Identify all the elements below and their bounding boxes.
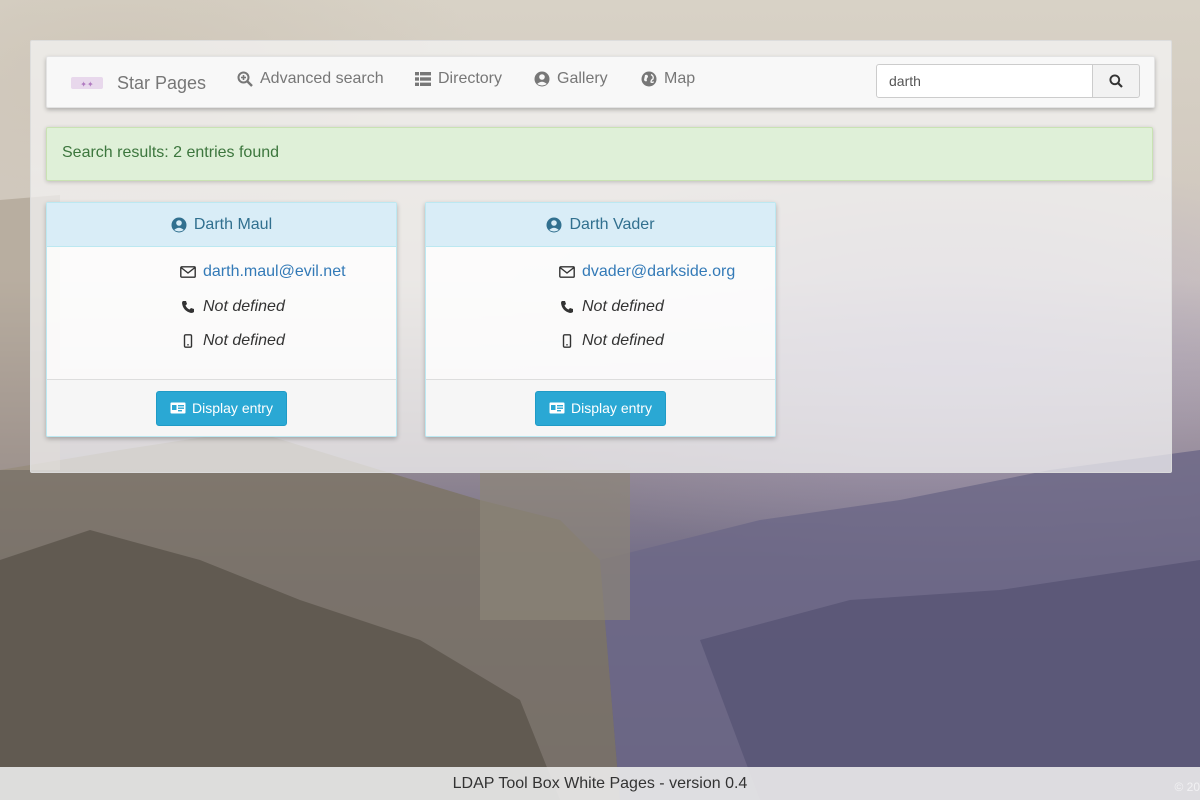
- nav-directory[interactable]: Directory: [415, 70, 502, 88]
- mobile-icon: [183, 334, 193, 348]
- nav-map[interactable]: Map: [641, 70, 695, 88]
- phone-icon: [561, 301, 573, 313]
- entry-card-body: darth.maul@evil.net Not defined Not defi…: [47, 247, 396, 380]
- entry-mobile-row: Not defined: [179, 332, 285, 350]
- entry-card: Darth Vader dvader@darkside.org Not defi…: [425, 202, 776, 437]
- entry-card-header: Darth Vader: [426, 203, 775, 247]
- entry-email-row: darth.maul@evil.net: [179, 263, 346, 281]
- search-plus-icon: [237, 71, 253, 87]
- brand[interactable]: ✦✦ Star Pages: [69, 71, 206, 95]
- display-entry-label: Display entry: [192, 400, 273, 416]
- display-entry-button[interactable]: Display entry: [156, 390, 287, 426]
- entry-email-link[interactable]: darth.maul@evil.net: [203, 263, 346, 281]
- nav-gallery[interactable]: Gallery: [534, 70, 608, 88]
- search-icon: [1109, 74, 1123, 88]
- envelope-icon: [559, 266, 575, 278]
- user-circle-icon: [534, 71, 550, 87]
- phone-icon: [182, 301, 194, 313]
- entry-phone-value: Not defined: [203, 298, 285, 315]
- navbar: ✦✦ Star Pages Advanced search Directory: [46, 56, 1155, 108]
- entry-mobile-value: Not defined: [582, 332, 664, 349]
- user-circle-icon: [546, 217, 562, 232]
- page-footer: LDAP Tool Box White Pages - version 0.4: [0, 767, 1200, 800]
- entry-mobile-row: Not defined: [558, 332, 664, 350]
- nav-directory-label: Directory: [438, 70, 503, 87]
- envelope-icon: [180, 266, 196, 278]
- search-results-text: Search results: 2 entries found: [62, 144, 280, 161]
- entry-card-footer: Display entry: [426, 380, 775, 436]
- svg-text:✦✦: ✦✦: [80, 80, 94, 89]
- main-container: ✦✦ Star Pages Advanced search Directory: [30, 40, 1172, 473]
- entry-mobile-value: Not defined: [203, 332, 285, 349]
- entry-card-body: dvader@darkside.org Not defined Not defi…: [426, 247, 775, 380]
- list-icon: [415, 72, 431, 86]
- copyright-text: © 20: [1174, 780, 1200, 794]
- search-button[interactable]: [1092, 64, 1140, 98]
- user-circle-icon: [171, 217, 187, 232]
- entry-name: Darth Maul: [193, 215, 273, 233]
- entry-card-header: Darth Maul: [47, 203, 396, 247]
- entry-email-link[interactable]: dvader@darkside.org: [582, 263, 735, 281]
- id-card-icon: [549, 402, 565, 414]
- nav-map-label: Map: [664, 70, 696, 87]
- entry-card: Darth Maul darth.maul@evil.net Not defin…: [46, 202, 397, 437]
- search-input[interactable]: [876, 64, 1093, 98]
- footer-version-text: LDAP Tool Box White Pages - version 0.4: [452, 774, 748, 792]
- entry-phone-row: Not defined: [558, 298, 664, 316]
- entry-email-row: dvader@darkside.org: [558, 263, 735, 281]
- entry-phone-value: Not defined: [582, 298, 664, 315]
- nav-advanced-search-label: Advanced search: [260, 70, 384, 87]
- entry-name: Darth Vader: [569, 215, 655, 233]
- entry-phone-row: Not defined: [179, 298, 285, 316]
- nav-advanced-search[interactable]: Advanced search: [237, 70, 384, 88]
- id-card-icon: [170, 402, 186, 414]
- mobile-icon: [562, 334, 572, 348]
- brand-title: Star Pages: [117, 72, 207, 93]
- search-results-alert: Search results: 2 entries found: [46, 127, 1153, 181]
- star-pages-logo: ✦✦: [71, 77, 103, 89]
- display-entry-button[interactable]: Display entry: [535, 390, 666, 426]
- display-entry-label: Display entry: [571, 400, 652, 416]
- entry-card-footer: Display entry: [47, 380, 396, 436]
- globe-icon: [641, 71, 657, 87]
- nav-gallery-label: Gallery: [557, 70, 608, 87]
